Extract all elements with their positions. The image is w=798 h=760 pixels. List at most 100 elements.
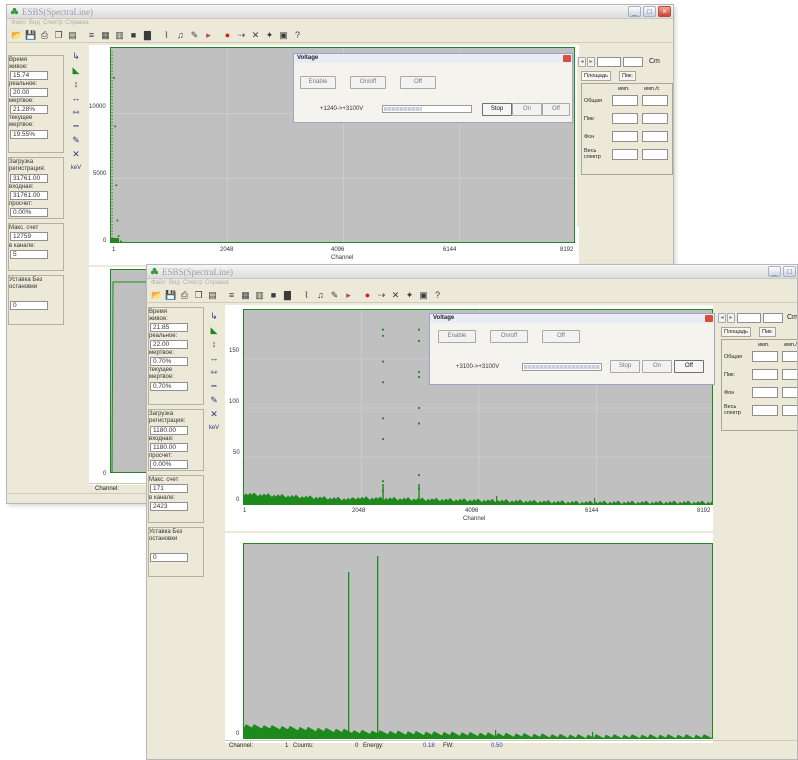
vertical-zoom-icon[interactable]: ↕ [207,337,221,351]
save-icon[interactable]: 💾 [25,30,36,41]
cursor-icon[interactable]: ↳ [69,49,83,63]
menu-view[interactable]: Вид [169,280,180,286]
chart-icon[interactable]: ⌇ [161,30,172,41]
copy-icon[interactable]: ❐ [53,30,64,41]
table-icon[interactable]: ▥ [114,30,125,41]
grid-icon[interactable]: ▦ [240,290,251,301]
kev-icon[interactable]: keV [69,161,83,175]
voltage-dialog-title[interactable]: Voltage [430,314,714,323]
bars-icon[interactable]: ≡ [226,290,237,301]
menu-help[interactable]: Справка [205,280,229,286]
bars-icon[interactable]: ≡ [86,30,97,41]
menu-file[interactable]: Файл [11,20,26,26]
paste-icon[interactable]: ▤ [67,30,78,41]
on-off-button[interactable]: On/off [490,330,528,343]
pencil-icon[interactable]: ✎ [329,290,340,301]
stop-square-icon[interactable]: ■ [268,290,279,301]
scroll-right-button[interactable]: ▸ [587,57,595,67]
menu-spectrum[interactable]: Спектр [43,20,63,26]
range-to-field[interactable] [763,313,783,323]
dialog-close-button[interactable] [705,315,713,322]
title-bar[interactable]: ESBS(SpectraLine) _ □ [147,265,797,279]
horizontal-shrink-icon[interactable]: ⇿ [207,365,221,379]
record-icon[interactable]: ● [362,290,373,301]
help-icon[interactable]: ? [432,290,443,301]
bell-icon[interactable]: ♫ [315,290,326,301]
vertical-zoom-icon[interactable]: ↕ [69,77,83,91]
range-icon[interactable]: ┅ [69,119,83,133]
bell-icon[interactable]: ♫ [175,30,186,41]
on-button[interactable]: On [512,103,542,116]
horizontal-expand-icon[interactable]: ↔ [207,351,221,365]
minimize-button[interactable]: _ [628,6,641,17]
range-from-field[interactable] [737,313,761,323]
enable-button[interactable]: Enable [438,330,476,343]
scroll-left-button[interactable]: ◂ [578,57,586,67]
peak-icon[interactable]: ◣ [69,63,83,77]
copy-icon[interactable]: ❐ [193,290,204,301]
open-icon[interactable]: 📂 [11,30,22,41]
tab-peak[interactable]: Пик: [619,71,636,81]
lower-spectrum-plot[interactable] [243,543,713,739]
minimize-button[interactable]: _ [768,266,781,277]
marker-icon[interactable]: ✎ [69,133,83,147]
off-button[interactable]: Off [542,330,580,343]
tab-area[interactable]: Площадь [581,71,611,81]
grid-icon[interactable]: ▦ [100,30,111,41]
table-icon[interactable]: ▥ [254,290,265,301]
range-from-field[interactable] [597,57,621,67]
dialog-close-button[interactable] [563,55,571,62]
scroll-right-button[interactable]: ▸ [727,313,735,323]
voltage-dialog-title[interactable]: Voltage [294,54,572,63]
spectrum-icon[interactable]: ▇ [142,30,153,41]
on-button[interactable]: On [642,360,672,373]
off-small-button[interactable]: Off [542,103,570,116]
title-bar[interactable]: ESBS(SpectraLine) _ □ × [7,5,673,19]
help-icon[interactable]: ? [292,30,303,41]
menu-spectrum[interactable]: Спектр [183,280,203,286]
save-icon[interactable]: 💾 [165,290,176,301]
cursor-icon[interactable]: ↳ [207,309,221,323]
off-button[interactable]: Off [400,76,436,89]
menu-file[interactable]: Файл [151,280,166,286]
range-to-field[interactable] [623,57,643,67]
chart-icon[interactable]: ⌇ [301,290,312,301]
play-icon[interactable]: ▸ [203,30,214,41]
off-small-button[interactable]: Off [674,360,704,373]
setting-input[interactable]: 0 [10,301,48,310]
clear-icon[interactable]: ✕ [69,147,83,161]
stop-button[interactable]: Stop [482,103,512,116]
open-icon[interactable]: 📂 [151,290,162,301]
menu-view[interactable]: Вид [29,20,40,26]
record-icon[interactable]: ● [222,30,233,41]
stop-button[interactable]: Stop [610,360,640,373]
print-icon[interactable]: ⎙ [39,30,50,41]
horizontal-shrink-icon[interactable]: ⇿ [69,105,83,119]
kev-icon[interactable]: keV [207,421,221,435]
menu-help[interactable]: Справка [65,20,89,26]
peak-icon[interactable]: ◣ [207,323,221,337]
maximize-button[interactable]: □ [783,266,796,277]
on-off-button[interactable]: On/off [350,76,386,89]
pencil-icon[interactable]: ✎ [189,30,200,41]
marker-icon[interactable]: ✎ [207,393,221,407]
range-icon[interactable]: ┅ [207,379,221,393]
horizontal-expand-icon[interactable]: ↔ [69,91,83,105]
move-icon[interactable]: ✦ [264,30,275,41]
calculator-icon[interactable]: ▣ [418,290,429,301]
enable-button[interactable]: Enable [300,76,336,89]
cross-icon[interactable]: ✕ [250,30,261,41]
setting-input[interactable]: 0 [150,553,188,562]
close-button[interactable]: × [658,6,671,17]
calculator-icon[interactable]: ▣ [278,30,289,41]
paste-icon[interactable]: ▤ [207,290,218,301]
scroll-left-button[interactable]: ◂ [718,313,726,323]
maximize-button[interactable]: □ [643,6,656,17]
tab-area[interactable]: Площадь [721,327,751,337]
print-icon[interactable]: ⎙ [179,290,190,301]
move-icon[interactable]: ✦ [404,290,415,301]
clear-icon[interactable]: ✕ [207,407,221,421]
cross-icon[interactable]: ✕ [390,290,401,301]
step-icon[interactable]: ⇢ [236,30,247,41]
stop-square-icon[interactable]: ■ [128,30,139,41]
